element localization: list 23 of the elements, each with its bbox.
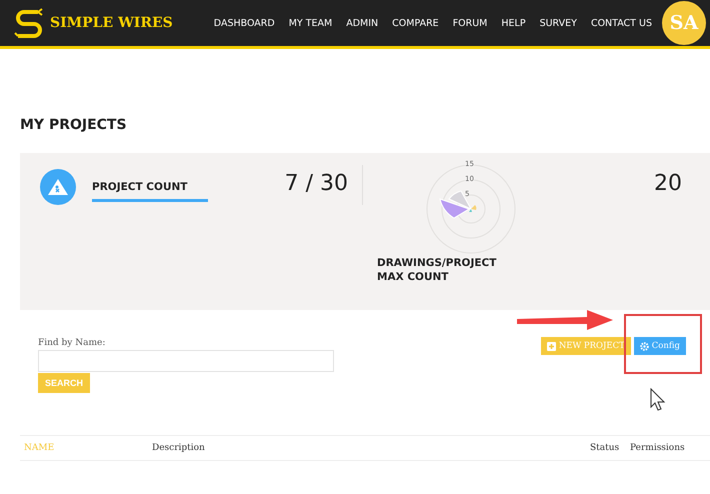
- brand-name[interactable]: SIMPLE WIRES: [50, 15, 173, 31]
- stat-label: DRAWINGS/PROJECT MAX COUNT: [377, 257, 498, 284]
- search-label: Find by Name:: [38, 338, 106, 348]
- stat-value: 20: [654, 171, 682, 198]
- stat-label: PROJECT COUNT: [92, 181, 188, 193]
- column-header: Description: [152, 443, 206, 453]
- nav-link[interactable]: DASHBOARD: [214, 18, 275, 28]
- plus-icon: [546, 342, 556, 350]
- nav-link[interactable]: FORUM: [452, 18, 488, 28]
- gear-icon: [640, 342, 649, 350]
- page-title: MY PROJECTS: [20, 117, 128, 133]
- nav-link[interactable]: MY TEAM: [288, 18, 332, 28]
- stat-value: 7 / 30: [284, 171, 348, 196]
- nav-link[interactable]: COMPARE: [392, 18, 439, 28]
- construction-icon: [40, 169, 76, 205]
- nav-link[interactable]: SURVEY: [540, 18, 577, 28]
- column-header: Status: [590, 443, 620, 453]
- search-field[interactable]: [38, 350, 334, 372]
- column-header: Permissions: [630, 443, 686, 453]
- nav-link[interactable]: CONTACT US: [590, 18, 652, 28]
- nav-link[interactable]: ADMIN: [346, 18, 378, 28]
- cursor-icon: [650, 388, 666, 412]
- nav-link[interactable]: HELP: [501, 18, 526, 28]
